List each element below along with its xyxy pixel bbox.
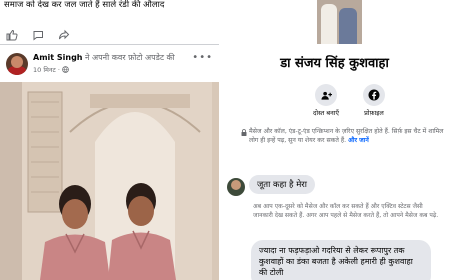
globe-icon [62, 66, 69, 74]
post-action-text: ने अपनी कवर फ़ोटो अपडेट की [82, 53, 175, 62]
comment-icon[interactable] [32, 26, 44, 45]
post-text: समाज को देख कर जल जाते हैं साले रंडी की … [4, 0, 165, 10]
facebook-icon [363, 84, 385, 106]
cover-photo[interactable] [0, 82, 219, 280]
like-icon[interactable] [6, 26, 18, 45]
news-feed: समाज को देख कर जल जाते हैं साले रंडी की … [0, 0, 219, 280]
more-dots-icon[interactable]: ••• [192, 52, 213, 63]
post-meta: 10 मिनट · [33, 65, 69, 74]
avatar[interactable] [6, 53, 28, 75]
profile-label: प्रोफ़ाइल [364, 109, 384, 117]
post-actions [4, 26, 216, 41]
post-cover-update: Amit Singh ने अपनी कवर फ़ोटो अपडेट की 10… [0, 46, 219, 280]
post-time[interactable]: 10 मिनट [33, 66, 56, 74]
encryption-text: मैसेज और कॉल, एंड-टू-एंड एन्क्रिप्शन के … [249, 128, 444, 144]
learn-more-link[interactable]: और जानें [348, 137, 369, 144]
author-name[interactable]: Amit Singh [33, 53, 83, 62]
profile-cover-image[interactable] [317, 0, 362, 44]
chat-profile-panel: डा संजय सिंह कुशवाहा दोस्त बनाएँ प्रोफ़ा… [219, 0, 450, 280]
profile-button[interactable]: प्रोफ़ाइल [344, 84, 404, 117]
encryption-notice: मैसेज और कॉल, एंड-टू-एंड एन्क्रिप्शन के … [249, 128, 445, 145]
status-notice: अब आप एक-दूसरे को मैसेज और कॉल कर सकते ह… [253, 203, 439, 219]
message-bubble[interactable]: ज्यादा ना फड़फड़ाओ गदरिया से लेकर रूपापु… [251, 240, 431, 280]
avatar[interactable] [227, 178, 245, 196]
post-divider [0, 44, 219, 45]
share-icon[interactable] [58, 26, 70, 45]
post-header: Amit Singh ने अपनी कवर फ़ोटो अपडेट की [33, 52, 203, 63]
add-friend-icon [315, 84, 337, 106]
message-bubble[interactable]: जूता कहा है मेरा [249, 175, 315, 194]
profile-name[interactable]: डा संजय सिंह कुशवाहा [219, 53, 450, 71]
lock-icon [241, 129, 247, 138]
